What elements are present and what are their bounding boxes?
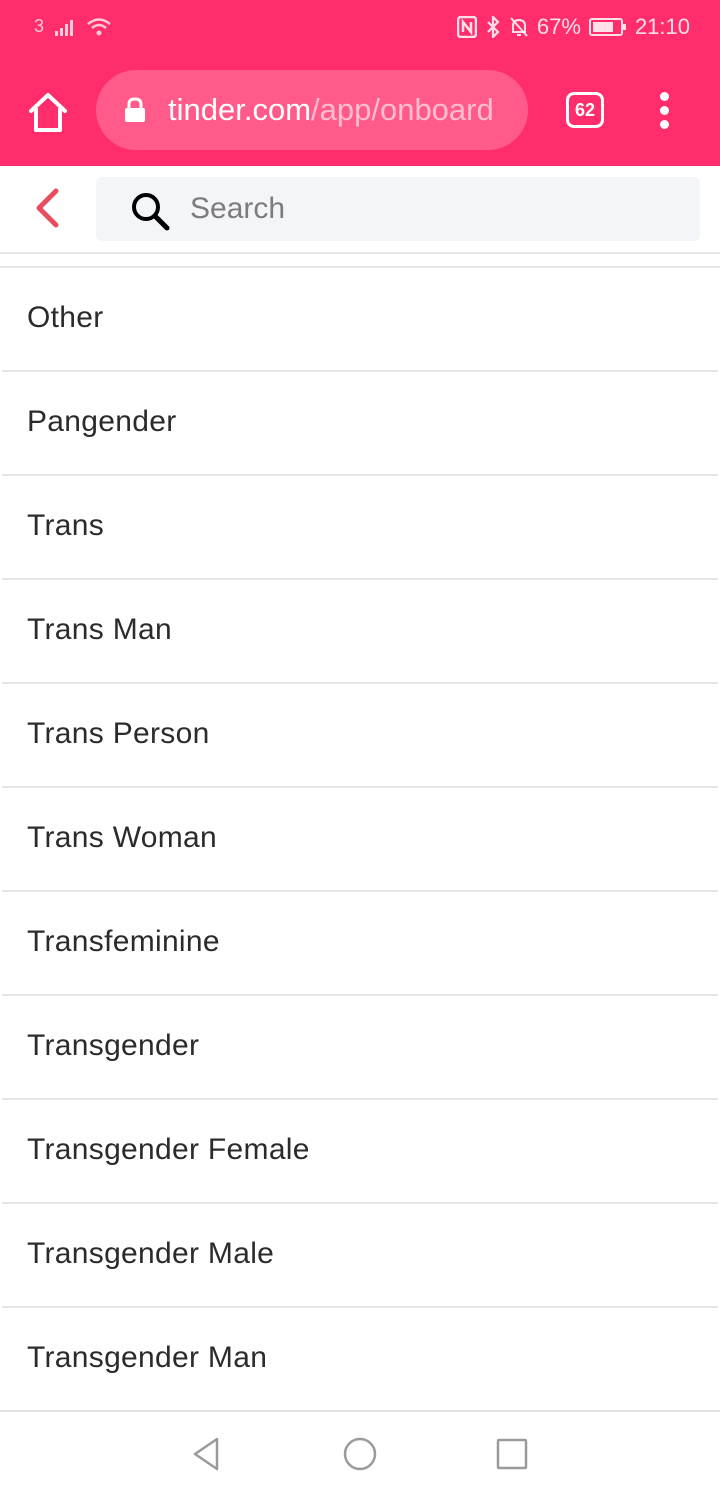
status-bar: 3 67% 21:10 xyxy=(0,0,720,56)
list-item-label: Trans Man xyxy=(27,613,172,646)
list-item-label: Transgender Female xyxy=(27,1133,310,1166)
list-item-other[interactable]: Other xyxy=(2,268,718,372)
list-item-label: Transgender Male xyxy=(27,1237,275,1270)
clock: 21:10 xyxy=(634,14,690,39)
url-text: tinder.com/app/onboard xyxy=(168,92,494,128)
list-item-transgender-female[interactable]: Transgender Female xyxy=(2,1100,718,1204)
list-item-pangender[interactable]: Pangender xyxy=(2,372,718,476)
search-icon xyxy=(132,193,170,231)
url-path: /app/onboard xyxy=(311,92,494,127)
list-item-trans-man[interactable]: Trans Man xyxy=(2,580,718,684)
browser-toolbar: tinder.com/app/onboard 62 xyxy=(0,56,720,166)
list-item-transgender-male[interactable]: Transgender Male xyxy=(2,1204,718,1308)
list-item-label: Trans Person xyxy=(27,717,210,750)
back-button[interactable] xyxy=(30,186,70,230)
list-item-transgender[interactable]: Transgender xyxy=(2,996,718,1100)
carrier-label: 3 xyxy=(34,16,45,36)
list-item-trans-woman[interactable]: Trans Woman xyxy=(2,788,718,892)
square-recents-icon xyxy=(496,1438,528,1470)
signal-icon xyxy=(54,18,76,36)
list-item-transfeminine[interactable]: Transfeminine xyxy=(2,892,718,996)
search-input[interactable] xyxy=(190,185,670,233)
list-item-label: Other xyxy=(27,301,104,334)
options-list: Other Pangender Trans Trans Man Trans Pe… xyxy=(0,266,720,1412)
list-item-label: Transgender Man xyxy=(27,1341,268,1374)
nav-home-button[interactable] xyxy=(340,1434,380,1474)
triangle-back-icon xyxy=(193,1437,219,1471)
list-item-label: Trans Woman xyxy=(27,821,218,854)
list-item-transgender-man[interactable]: Transgender Man xyxy=(2,1308,718,1412)
wifi-icon xyxy=(86,17,112,37)
url-domain: tinder.com xyxy=(168,92,312,127)
bell-off-icon xyxy=(509,16,529,38)
home-button[interactable] xyxy=(26,90,70,134)
tab-switcher-button[interactable]: 62 xyxy=(566,92,604,128)
list-item-trans-person[interactable]: Trans Person xyxy=(2,684,718,788)
circle-home-icon xyxy=(343,1437,377,1471)
url-fade xyxy=(498,70,528,150)
tab-count: 62 xyxy=(574,99,596,120)
url-bar[interactable]: tinder.com/app/onboard xyxy=(96,70,528,150)
home-icon xyxy=(29,93,67,132)
list-item-trans[interactable]: Trans xyxy=(2,476,718,580)
chevron-left-icon xyxy=(36,188,59,228)
list-item-label: Trans xyxy=(27,509,105,542)
nfc-icon xyxy=(456,16,477,38)
list-item-label: Transgender xyxy=(27,1029,200,1062)
search-box[interactable] xyxy=(96,177,700,241)
nav-recents-button[interactable] xyxy=(492,1434,532,1474)
list-item-label: Pangender xyxy=(27,405,177,438)
list-item-label: Transfeminine xyxy=(27,925,220,958)
search-header xyxy=(0,166,720,254)
battery-icon xyxy=(588,17,627,37)
battery-percent: 67% xyxy=(536,14,581,39)
system-nav-bar xyxy=(0,1410,720,1493)
status-right: 67% 21:10 xyxy=(456,14,690,40)
status-left: 3 xyxy=(34,16,112,37)
bluetooth-icon xyxy=(485,16,501,38)
overflow-menu-button[interactable] xyxy=(654,92,674,130)
nav-back-button[interactable] xyxy=(186,1434,226,1474)
lock-icon xyxy=(125,97,145,122)
